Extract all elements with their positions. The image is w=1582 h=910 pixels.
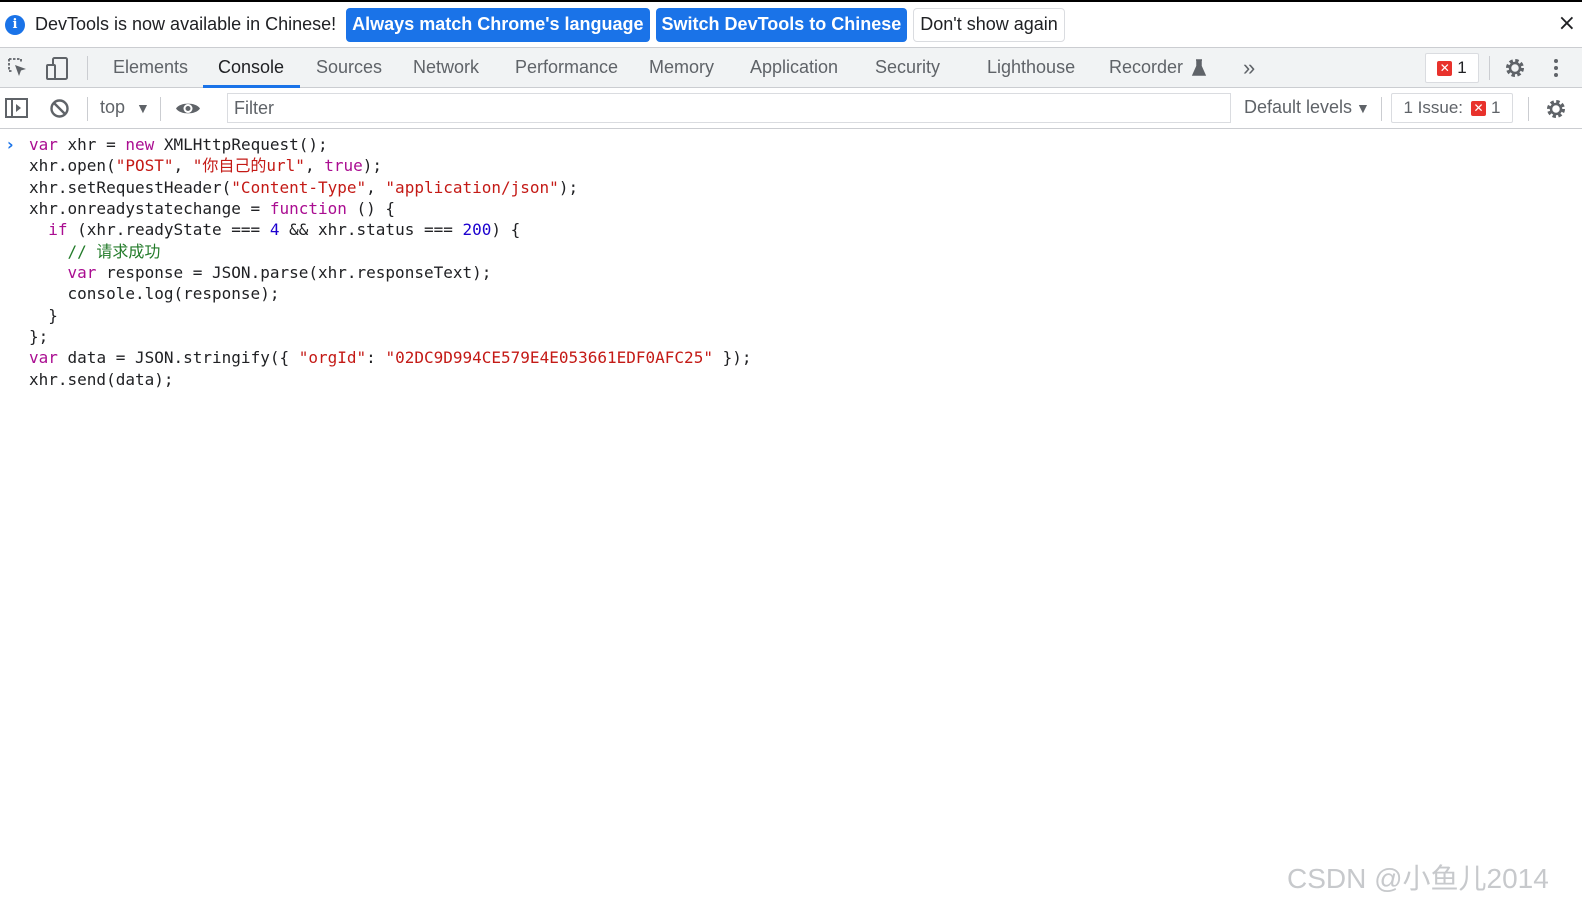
toolbar-divider bbox=[87, 56, 88, 80]
code-line: xhr.open("POST", "你自己的url", true); bbox=[29, 156, 382, 176]
tab-security[interactable]: Security bbox=[875, 48, 940, 87]
watermark: CSDN @小鱼儿2014 bbox=[1287, 863, 1549, 894]
tab-performance[interactable]: Performance bbox=[515, 48, 618, 87]
settings-icon[interactable] bbox=[1503, 56, 1527, 80]
error-icon: ✕ bbox=[1471, 100, 1487, 116]
filter-input[interactable]: Filter bbox=[227, 93, 1231, 123]
issues-button[interactable]: 1 Issue: ✕ 1 bbox=[1391, 93, 1513, 123]
inspect-element-icon[interactable] bbox=[6, 56, 30, 80]
console-code-block[interactable]: var xhr = new XMLHttpRequest(); xhr.open… bbox=[29, 134, 751, 390]
devtools-main-toolbar: Elements Console Sources Network Perform… bbox=[0, 48, 1582, 88]
infobar-message: DevTools is now available in Chinese! bbox=[35, 14, 337, 34]
code-line: var xhr = new XMLHttpRequest(); bbox=[29, 135, 328, 154]
issues-count: 1 bbox=[1491, 98, 1501, 117]
toolbar-divider bbox=[1489, 56, 1490, 80]
log-levels-dropdown[interactable]: Default levels bbox=[1244, 97, 1352, 118]
device-toggle-icon[interactable] bbox=[44, 56, 70, 82]
tab-recorder[interactable]: Recorder bbox=[1109, 48, 1207, 87]
toolbar-divider bbox=[1528, 97, 1529, 121]
code-line: console.log(response); bbox=[29, 284, 280, 304]
caret-down-icon[interactable]: ▼ bbox=[1356, 100, 1370, 116]
caret-down-icon[interactable]: ▼ bbox=[136, 100, 150, 116]
flask-icon bbox=[1191, 58, 1207, 76]
error-icon: ✕ bbox=[1437, 60, 1453, 76]
info-icon: i bbox=[5, 14, 25, 35]
toolbar-divider bbox=[1381, 97, 1382, 121]
tab-elements[interactable]: Elements bbox=[113, 48, 188, 87]
tab-memory[interactable]: Memory bbox=[649, 48, 714, 87]
console-settings-icon[interactable] bbox=[1544, 97, 1568, 121]
sidebar-toggle-icon[interactable] bbox=[5, 97, 29, 119]
kebab-menu-icon[interactable] bbox=[1548, 56, 1564, 80]
tab-console[interactable]: Console bbox=[218, 48, 284, 87]
code-line: var data = JSON.stringify({ "orgId": "02… bbox=[29, 348, 752, 368]
dont-show-again-button[interactable]: Don't show again bbox=[913, 7, 1065, 42]
code-line: var response = JSON.parse(xhr.responseTe… bbox=[67, 263, 492, 283]
switch-to-chinese-button[interactable]: Switch DevTools to Chinese bbox=[655, 7, 908, 42]
clear-console-icon[interactable] bbox=[49, 98, 70, 119]
eye-icon[interactable] bbox=[175, 100, 201, 117]
tab-recorder-label: Recorder bbox=[1109, 57, 1184, 77]
code-line: xhr.onreadystatechange = function () { bbox=[29, 199, 396, 219]
close-icon[interactable]: × bbox=[1558, 11, 1576, 36]
code-line: if (xhr.readyState === 4 && xhr.status =… bbox=[48, 220, 521, 240]
tab-application[interactable]: Application bbox=[750, 48, 838, 87]
context-selector[interactable]: top bbox=[100, 97, 125, 118]
toolbar-divider bbox=[87, 97, 88, 121]
tab-sources[interactable]: Sources bbox=[316, 48, 382, 87]
code-line: } bbox=[29, 305, 58, 325]
console-prompt-chevron: › bbox=[7, 135, 14, 154]
error-count: 1 bbox=[1457, 58, 1467, 77]
code-line: xhr.setRequestHeader("Content-Type", "ap… bbox=[29, 177, 579, 197]
always-match-language-button[interactable]: Always match Chrome's language bbox=[346, 7, 650, 42]
toolbar-divider bbox=[160, 97, 161, 121]
tab-network[interactable]: Network bbox=[413, 48, 479, 87]
code-line: xhr.send(data); bbox=[29, 369, 174, 389]
more-tabs-icon[interactable]: » bbox=[1243, 48, 1255, 87]
error-count-badge[interactable]: ✕ 1 bbox=[1425, 53, 1479, 83]
language-infobar: i DevTools is now available in Chinese! … bbox=[0, 0, 1582, 48]
code-line: // 请求成功 bbox=[67, 241, 161, 261]
code-line: }; bbox=[29, 327, 49, 347]
issues-label: 1 Issue: bbox=[1403, 98, 1464, 117]
tab-lighthouse[interactable]: Lighthouse bbox=[987, 48, 1075, 87]
